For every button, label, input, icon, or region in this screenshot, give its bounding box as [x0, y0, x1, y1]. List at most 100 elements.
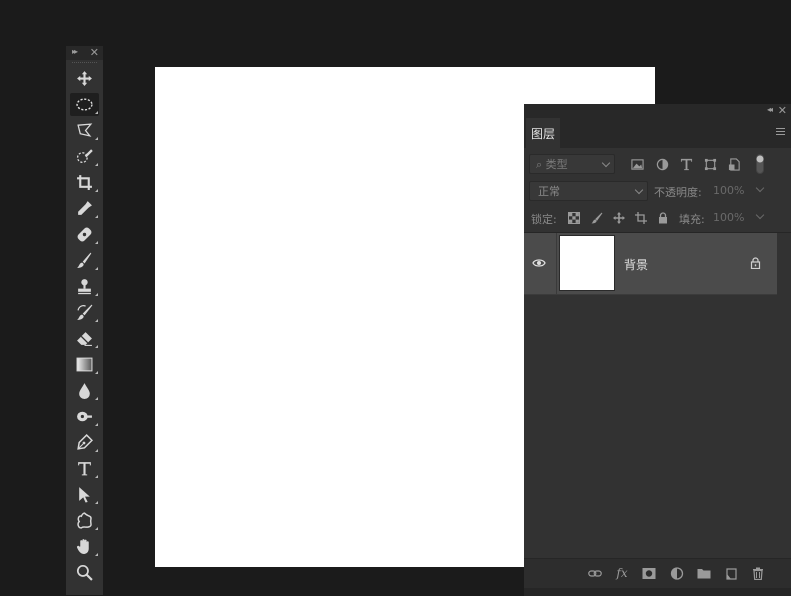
flyout-indicator — [95, 449, 98, 452]
quick-selection-icon — [76, 149, 93, 163]
move-icon — [77, 71, 92, 86]
layers-list: 背景 — [524, 232, 791, 558]
add-mask-icon[interactable] — [641, 566, 657, 580]
lock-position-icon[interactable] — [612, 211, 625, 224]
type-tool[interactable] — [70, 457, 99, 480]
polygonal-lasso-tool[interactable] — [70, 119, 99, 142]
adjustment-layer-icon[interactable] — [669, 566, 685, 580]
tools-panel-header: ▸▸ ✕ — [66, 46, 103, 60]
flyout-indicator — [95, 371, 98, 374]
pen-tool[interactable] — [70, 431, 99, 454]
polygonal-lasso-icon — [77, 123, 93, 137]
fill-input[interactable]: 100% — [713, 209, 765, 225]
flyout-indicator — [95, 423, 98, 426]
bandage-icon — [77, 227, 92, 242]
blend-mode-select[interactable]: 正常 — [529, 181, 648, 201]
lock-image-pixels-icon[interactable] — [590, 211, 603, 224]
panel-menu-icon[interactable] — [776, 128, 785, 137]
layers-panel-body: ⌕ 类型 正常 不透明度: 100% 锁定: 填充: 100% 背景 fx — [524, 148, 791, 596]
flyout-indicator — [95, 163, 98, 166]
blend-mode-value: 正常 — [538, 185, 560, 198]
chevron-down-icon — [634, 185, 644, 195]
path-selection-tool[interactable] — [70, 483, 99, 506]
brush-tool[interactable] — [70, 249, 99, 272]
clone-stamp-tool[interactable] — [70, 275, 99, 298]
flyout-indicator — [95, 475, 98, 478]
layer-filter-kind-select[interactable]: ⌕ 类型 — [529, 154, 615, 174]
flyout-indicator — [95, 241, 98, 244]
ellipse-marquee-icon — [76, 98, 93, 111]
crop-tool[interactable] — [70, 171, 99, 194]
collapse-icon[interactable]: ◂◂ — [767, 105, 773, 114]
layer-thumbnail[interactable] — [559, 235, 615, 291]
filter-adjustment-icon[interactable] — [655, 157, 669, 171]
type-icon — [78, 462, 91, 476]
link-layers-icon[interactable] — [587, 566, 603, 580]
lock-label: 锁定: — [531, 213, 557, 226]
opacity-label: 不透明度: — [654, 186, 702, 199]
history-brush-tool[interactable] — [70, 301, 99, 324]
lock-icon[interactable] — [750, 257, 761, 269]
healing-brush-tool[interactable] — [70, 223, 99, 246]
layers-scrollbar[interactable] — [777, 233, 791, 558]
filter-shape-icon[interactable] — [703, 157, 717, 171]
custom-shape-icon — [77, 512, 92, 529]
new-group-folder-icon[interactable] — [696, 566, 712, 580]
filter-type-icon[interactable] — [679, 157, 693, 171]
new-layer-icon[interactable] — [723, 566, 739, 580]
chevron-down-icon — [755, 210, 765, 220]
filter-pixel-icon[interactable] — [630, 157, 644, 171]
gradient-tool[interactable] — [70, 353, 99, 376]
history-brush-icon — [77, 304, 93, 320]
layer-name[interactable]: 背景 — [624, 256, 648, 273]
layer-row[interactable]: 背景 — [524, 233, 777, 295]
hand-tool[interactable] — [70, 535, 99, 558]
pen-icon — [77, 434, 93, 450]
elliptical-marquee-tool[interactable] — [70, 93, 99, 116]
close-icon[interactable]: ✕ — [90, 46, 99, 59]
arrow-cursor-icon — [79, 487, 90, 503]
flyout-indicator — [95, 111, 98, 114]
layers-panel: ◂◂ ✕ 图层 ⌕ 类型 正常 不透明度: 100% 锁定: 填充: 100% … — [524, 104, 791, 596]
flyout-indicator — [95, 293, 98, 296]
flyout-indicator — [95, 527, 98, 530]
move-tool[interactable] — [70, 67, 99, 90]
flyout-indicator — [95, 319, 98, 322]
gradient-icon — [76, 357, 93, 372]
blur-tool[interactable] — [70, 379, 99, 402]
trash-icon[interactable] — [750, 566, 766, 580]
flyout-indicator — [95, 501, 98, 504]
opacity-value: 100% — [713, 183, 745, 197]
tools-panel: ▸▸ ✕ — [66, 46, 103, 595]
zoom-tool[interactable] — [70, 561, 99, 584]
filter-toggle-switch[interactable] — [753, 154, 767, 174]
close-icon[interactable]: ✕ — [778, 104, 787, 117]
flyout-indicator — [95, 345, 98, 348]
chevron-down-icon — [601, 158, 611, 168]
layer-row-divider — [556, 233, 557, 294]
layers-tabbar: 图层 — [524, 118, 791, 148]
eyedropper-tool[interactable] — [70, 197, 99, 220]
dodge-icon — [77, 411, 92, 422]
custom-shape-tool[interactable] — [70, 509, 99, 532]
tab-layers[interactable]: 图层 — [526, 118, 560, 148]
flyout-indicator — [95, 189, 98, 192]
fill-label: 填充: — [679, 213, 705, 226]
filter-smart-object-icon[interactable] — [727, 157, 741, 171]
eye-icon[interactable] — [532, 257, 546, 269]
lock-artboard-icon[interactable] — [634, 211, 647, 224]
layer-filter-kind-label: ⌕ 类型 — [536, 158, 568, 171]
eraser-tool[interactable] — [70, 327, 99, 350]
quick-selection-tool[interactable] — [70, 145, 99, 168]
flyout-indicator — [95, 267, 98, 270]
opacity-input[interactable]: 100% — [713, 182, 765, 198]
layers-panel-footer: fx — [524, 558, 791, 596]
lock-all-icon[interactable] — [656, 211, 669, 224]
collapse-icon[interactable]: ▸▸ — [72, 47, 78, 56]
hand-icon — [76, 539, 89, 554]
layer-style-icon[interactable]: fx — [614, 566, 630, 580]
lock-transparent-pixels-icon[interactable] — [567, 211, 580, 224]
crop-icon — [77, 175, 92, 190]
dodge-tool[interactable] — [70, 405, 99, 428]
eraser-icon — [77, 332, 92, 346]
